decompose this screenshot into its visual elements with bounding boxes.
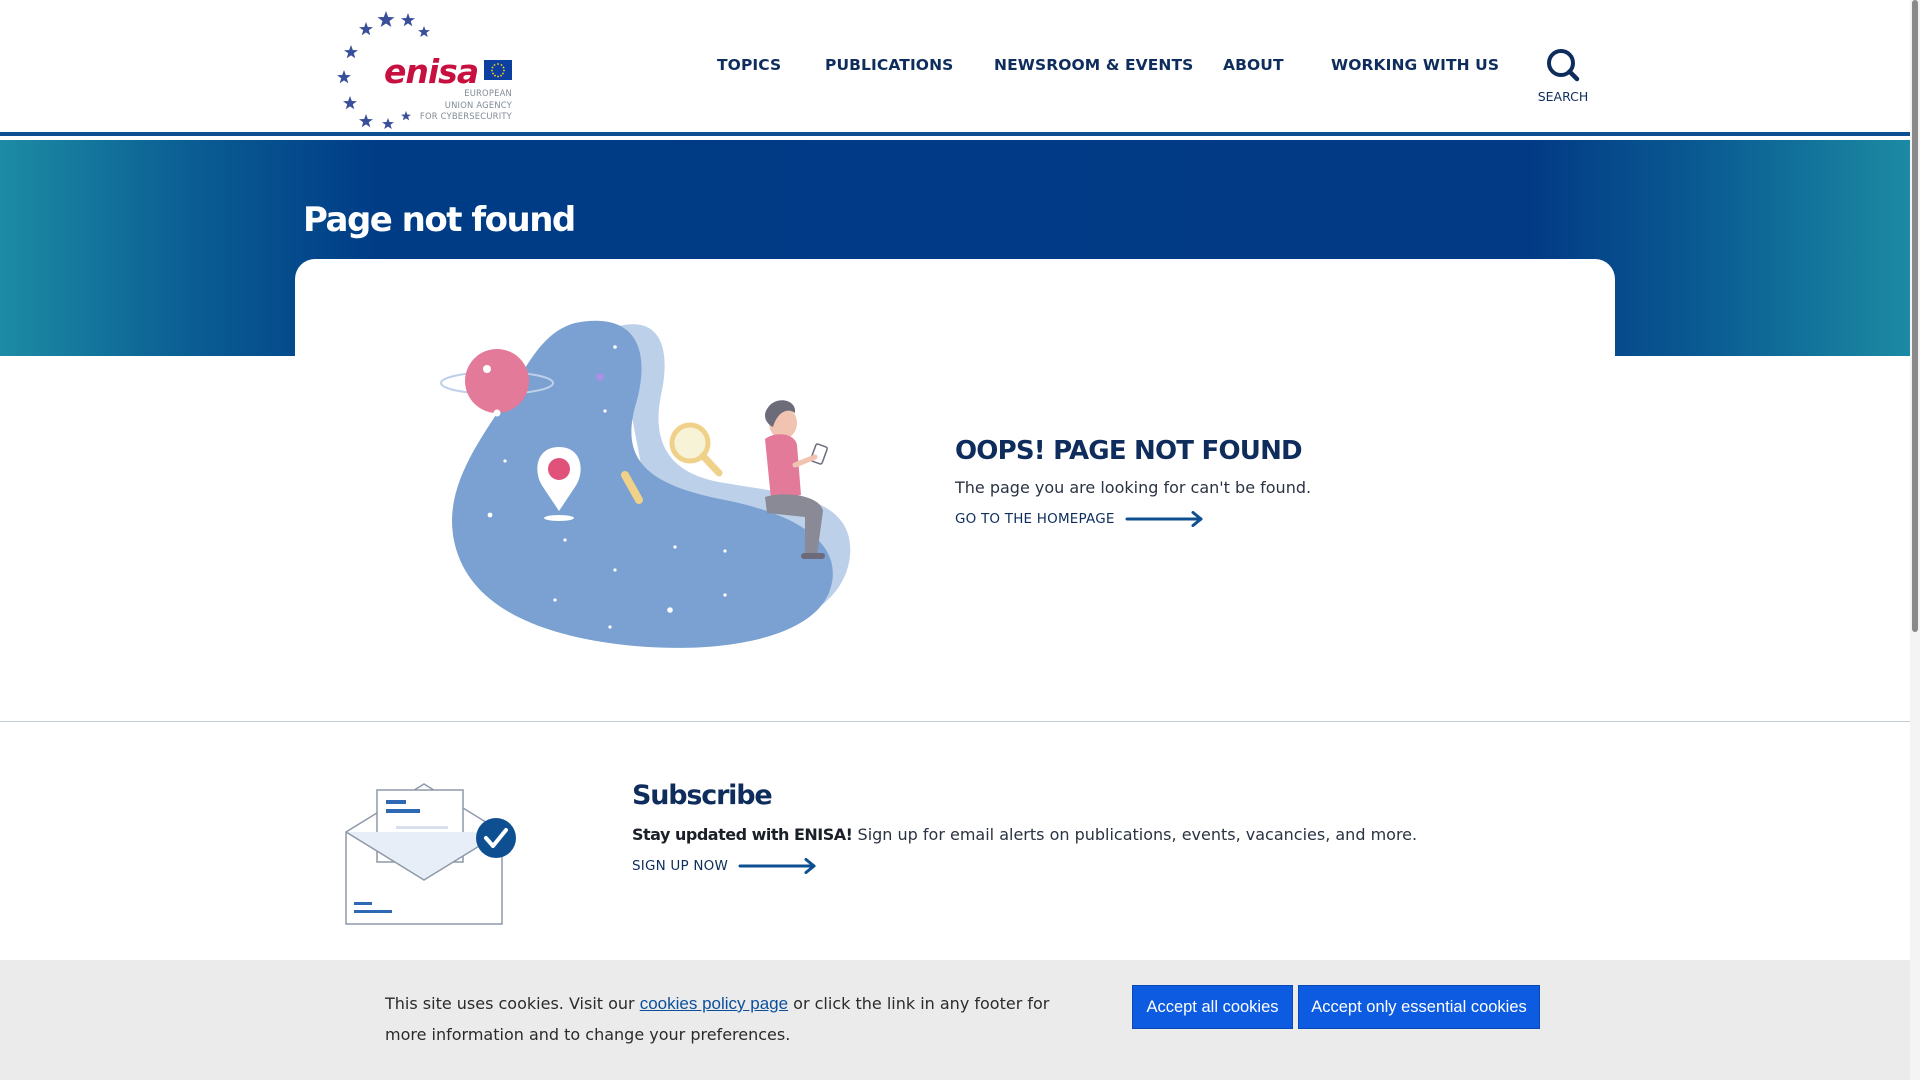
- subscribe-description: Sign up for email alerts on publications…: [852, 825, 1418, 844]
- error-card: OOPS! PAGE NOT FOUND The page you are lo…: [295, 259, 1615, 719]
- nav-item-newsroom-events[interactable]: NEWSROOM & EVENTS: [994, 56, 1193, 74]
- subscribe-text: Stay updated with ENISA! Sign up for ema…: [632, 825, 1532, 844]
- nav-item-working-with-us[interactable]: WORKING WITH US: [1331, 56, 1499, 74]
- subscribe-title: Subscribe: [632, 780, 773, 811]
- accept-essential-cookies-button[interactable]: Accept only essential cookies: [1298, 985, 1540, 1029]
- nav-item-publications[interactable]: PUBLICATIONS: [825, 56, 953, 74]
- homepage-link-label: GO TO THE HOMEPAGE: [955, 511, 1115, 527]
- newsletter-envelope-icon: [345, 783, 516, 925]
- cookie-banner: This site uses cookies. Visit our cookie…: [0, 960, 1910, 1080]
- logo-subtitle-line: FOR CYBERSECURITY: [419, 111, 512, 121]
- arrow-right-icon: [1125, 511, 1203, 527]
- search-icon: [1547, 49, 1580, 82]
- error-heading: OOPS! PAGE NOT FOUND: [955, 436, 1303, 466]
- logo-subtitle-line: EUROPEAN: [464, 88, 512, 98]
- subscribe-lead: Stay updated with ENISA!: [632, 825, 853, 844]
- search-button[interactable]: SEARCH: [1532, 48, 1594, 108]
- site-header: enisa EUROPEAN UNION AGENCY FOR CYBERSEC…: [0, 0, 1910, 136]
- cookie-text-before: This site uses cookies. Visit our: [385, 994, 640, 1013]
- sign-up-link[interactable]: SIGN UP NOW: [632, 858, 1532, 874]
- accept-all-cookies-button[interactable]: Accept all cookies: [1132, 985, 1293, 1029]
- main-navigation: TOPICS PUBLICATIONS NEWSROOM & EVENTS AB…: [0, 56, 1910, 80]
- logo-subtitle: EUROPEAN UNION AGENCY FOR CYBERSECURITY: [392, 88, 512, 123]
- nav-item-about[interactable]: ABOUT: [1223, 56, 1284, 74]
- subscribe-section: Subscribe Stay updated with ENISA! Sign …: [632, 780, 1532, 874]
- space-location-illustration: [440, 320, 851, 648]
- error-message: The page you are looking for can't be fo…: [955, 478, 1312, 497]
- cookie-message: This site uses cookies. Visit our cookie…: [385, 988, 1085, 1050]
- section-divider: [0, 721, 1910, 722]
- arrow-right-icon: [738, 858, 816, 874]
- cookies-policy-link[interactable]: cookies policy page: [640, 994, 788, 1013]
- page-title: Page not found: [303, 200, 576, 240]
- nav-item-topics[interactable]: TOPICS: [717, 56, 781, 74]
- scrollbar-thumb[interactable]: [1912, 0, 1918, 632]
- homepage-link[interactable]: GO TO THE HOMEPAGE: [955, 511, 1455, 527]
- search-label: SEARCH: [1537, 89, 1589, 104]
- logo-subtitle-line: UNION AGENCY: [444, 99, 512, 110]
- sign-up-link-label: SIGN UP NOW: [632, 858, 728, 874]
- page-scrollbar[interactable]: [1910, 0, 1920, 1080]
- error-message-block: OOPS! PAGE NOT FOUND The page you are lo…: [955, 436, 1455, 527]
